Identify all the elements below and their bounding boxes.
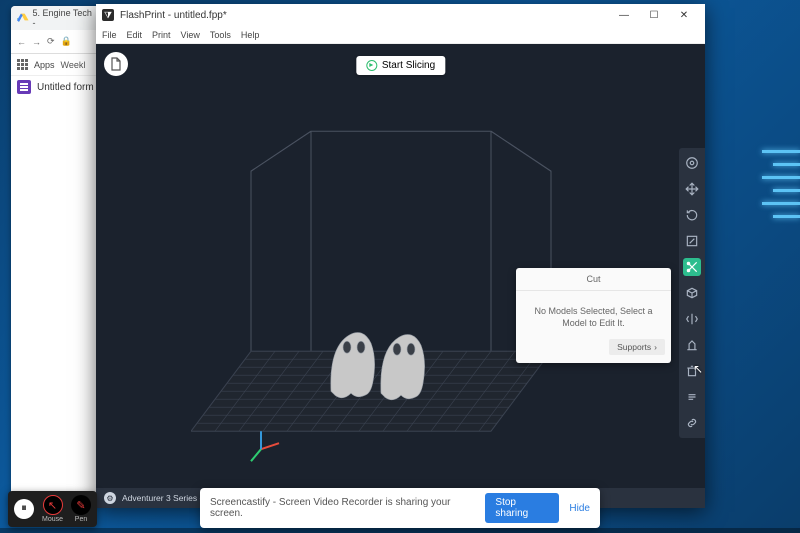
google-drive-icon — [17, 12, 29, 24]
pen-icon: ✎ — [71, 495, 91, 515]
minimize-button[interactable]: — — [609, 4, 639, 26]
close-button[interactable]: ✕ — [669, 4, 699, 26]
tool-mirror[interactable] — [683, 310, 701, 328]
cut-panel: Cut No Models Selected, Select a Model t… — [516, 268, 671, 363]
document-button[interactable] — [104, 52, 128, 76]
menu-file[interactable]: File — [102, 30, 117, 40]
cut-panel-title: Cut — [516, 268, 671, 291]
tool-view[interactable] — [683, 154, 701, 172]
menu-tools[interactable]: Tools — [210, 30, 231, 40]
tool-link[interactable] — [683, 414, 701, 432]
chevron-right-icon: › — [654, 342, 657, 352]
right-toolbar — [679, 148, 705, 438]
apps-icon[interactable] — [17, 59, 28, 70]
titlebar[interactable]: ⧩ FlashPrint - untitled.fpp* — ☐ ✕ — [96, 4, 705, 26]
google-forms-icon — [17, 80, 31, 94]
flashprint-window: ⧩ FlashPrint - untitled.fpp* — ☐ ✕ File … — [96, 4, 705, 508]
menu-print[interactable]: Print — [152, 30, 171, 40]
hide-button[interactable]: Hide — [569, 503, 590, 514]
screencastify-text: Screencastify - Screen Video Recorder is… — [210, 497, 475, 519]
tool-cut[interactable] — [683, 258, 701, 276]
window-title: FlashPrint - untitled.fpp* — [120, 10, 227, 21]
chrome-tab[interactable]: 5. Engine Tech - — [11, 6, 101, 30]
viewport[interactable]: Start Slicing — [96, 44, 705, 488]
tool-extrude[interactable] — [683, 284, 701, 302]
tool-rotate[interactable] — [683, 206, 701, 224]
supports-label: Supports — [617, 342, 651, 352]
mouse-tool-button[interactable]: ↖ Mouse — [42, 495, 63, 523]
tool-more[interactable] — [683, 388, 701, 406]
menu-help[interactable]: Help — [241, 30, 260, 40]
lock-icon: 🔒 — [61, 36, 72, 47]
bookmarks-bar: Apps Weekl — [11, 54, 101, 76]
screencastify-bar: Screencastify - Screen Video Recorder is… — [200, 488, 600, 528]
bookmark-apps[interactable]: Apps — [34, 60, 55, 70]
chrome-window: 5. Engine Tech - ← → ⟳ 🔒 Apps Weekl Unti… — [11, 6, 101, 504]
cut-panel-message: No Models Selected, Select a Model to Ed… — [516, 291, 671, 339]
bookmark-weekly[interactable]: Weekl — [61, 60, 86, 70]
maximize-button[interactable]: ☐ — [639, 4, 669, 26]
tool-delete[interactable] — [683, 362, 701, 380]
mouse-label: Mouse — [42, 516, 63, 523]
pen-label: Pen — [75, 516, 87, 523]
play-icon — [366, 60, 377, 71]
chrome-url-bar[interactable]: ← → ⟳ 🔒 — [11, 30, 101, 54]
menu-edit[interactable]: Edit — [127, 30, 143, 40]
file-name: Untitled form — [37, 82, 94, 93]
pause-icon: ⏸ — [14, 499, 34, 519]
recorder-toolbar: ⏸ ↖ Mouse ✎ Pen — [8, 491, 97, 527]
tool-move[interactable] — [683, 180, 701, 198]
file-icon — [110, 57, 122, 71]
cursor-icon: ↖ — [43, 495, 63, 515]
pause-button[interactable]: ⏸ — [14, 499, 34, 520]
menubar: File Edit Print View Tools Help — [96, 26, 705, 44]
start-slicing-label: Start Slicing — [382, 60, 435, 71]
nav-forward-icon[interactable]: → — [32, 37, 41, 47]
drive-file-row[interactable]: Untitled form — [11, 76, 101, 98]
windows-taskbar[interactable] — [0, 528, 800, 533]
pen-tool-button[interactable]: ✎ Pen — [71, 495, 91, 523]
app-logo-icon: ⧩ — [102, 9, 114, 21]
printer-icon[interactable]: ⚙ — [104, 492, 116, 504]
tab-title: 5. Engine Tech - — [33, 8, 95, 28]
tool-supports[interactable] — [683, 336, 701, 354]
start-slicing-button[interactable]: Start Slicing — [356, 56, 445, 75]
nav-back-icon[interactable]: ← — [17, 37, 26, 47]
reload-icon[interactable]: ⟳ — [47, 36, 55, 47]
stop-sharing-button[interactable]: Stop sharing — [485, 493, 559, 523]
supports-button[interactable]: Supports › — [609, 339, 665, 355]
tool-scale[interactable] — [683, 232, 701, 250]
menu-view[interactable]: View — [181, 30, 200, 40]
